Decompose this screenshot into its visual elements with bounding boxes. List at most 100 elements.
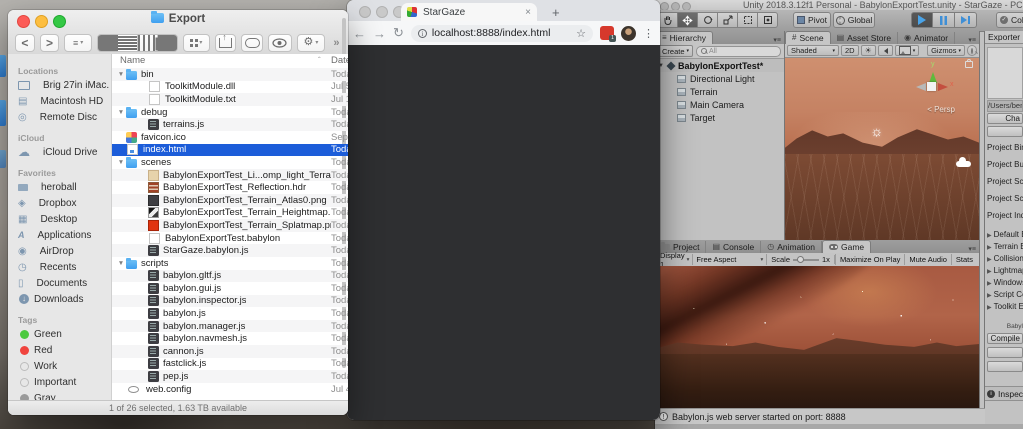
url-text[interactable]: localhost:8888/index.html — [432, 27, 551, 39]
display-dropdown[interactable]: Display 1 ▾ — [657, 251, 694, 269]
table-row[interactable]: ▼ babylon.navmesh.js Today — [112, 332, 348, 345]
compile-button[interactable]: Compile — [987, 333, 1023, 344]
rect-tool-button[interactable] — [738, 12, 758, 28]
unity-status-bar[interactable]: ! Babylon.js web server started on port:… — [655, 408, 985, 424]
collab-button[interactable]: ✓ Collab — [996, 12, 1023, 28]
tab-animation[interactable]: ◷ Animation — [761, 241, 823, 253]
table-row[interactable]: ▼ BabylonExportTest.babylon Today — [112, 232, 348, 245]
table-row[interactable]: ▼ fastclick.js Today — [112, 358, 348, 371]
sidebar-item[interactable]: Macintosh HD — [8, 93, 111, 109]
forward-button[interactable]: → — [373, 26, 386, 41]
sidebar-item[interactable]: Tags — [8, 313, 111, 326]
table-row[interactable]: ▼ BabylonExportTest_Reflection.hdr Today — [112, 181, 348, 194]
table-row[interactable]: ▼ terrains.js Today — [112, 118, 348, 131]
sidebar-item[interactable]: Green — [8, 326, 111, 342]
table-row[interactable]: ▼ babylon.gui.js Today — [112, 282, 348, 295]
exporter-foldout[interactable]: Script Co — [987, 290, 1023, 302]
tab-game[interactable]: Game — [822, 240, 872, 253]
table-row[interactable]: ▼ bin Today — [112, 68, 348, 81]
sort-ascending-icon[interactable]: ˆ — [318, 56, 321, 65]
browser-minimize-button[interactable] — [376, 6, 388, 18]
back-button[interactable]: < — [15, 33, 35, 52]
axis-center-cube[interactable] — [927, 82, 936, 91]
address-bar[interactable]: i localhost:8888/index.html ☆ — [410, 24, 593, 42]
group-dropdown[interactable]: ▾ — [182, 33, 211, 52]
sidebar-item[interactable]: iCloud Drive — [8, 144, 111, 160]
bookmark-star-icon[interactable]: ☆ — [576, 27, 586, 40]
scale-track[interactable] — [793, 255, 820, 263]
sidebar-item[interactable]: Desktop — [8, 211, 111, 227]
exporter-foldout[interactable]: Terrain B — [987, 242, 1023, 254]
table-row[interactable]: ▼ BabylonExportTest_Terrain_Splatmap.png… — [112, 219, 348, 232]
sidebar-item[interactable]: Dropbox — [8, 195, 111, 211]
sidebar-item[interactable]: Documents — [8, 275, 111, 291]
table-row[interactable]: ▼ BabylonExportTest_Li...omp_light_Terra… — [112, 168, 348, 182]
scene-audio-toggle[interactable] — [877, 45, 893, 56]
table-row[interactable]: ▼ StarGaze.babylon.js Today — [112, 244, 348, 257]
page-info-icon[interactable]: i — [417, 28, 427, 38]
axis-y-cone[interactable] — [929, 68, 937, 83]
maximize-on-play-button[interactable]: Maximize On Play — [834, 254, 904, 265]
column-date-modified[interactable]: Date M — [331, 55, 348, 66]
table-row[interactable]: ▼ cannon.js Today — [112, 345, 348, 358]
exporter-foldout[interactable]: Lightmap — [987, 266, 1023, 278]
sidebar-item[interactable]: Brig 27in iMac. El... — [8, 77, 111, 93]
tab-exporter[interactable]: Exporter — [985, 31, 1023, 44]
hierarchy-item[interactable]: Target — [655, 111, 784, 124]
sidebar-item[interactable]: Important — [8, 374, 111, 390]
exporter-foldout[interactable]: Default E — [987, 230, 1023, 242]
step-button[interactable] — [955, 12, 977, 28]
directional-light-gizmo[interactable]: ☼ — [870, 123, 883, 139]
table-row[interactable]: ▼ scripts Today — [112, 257, 348, 270]
game-viewport[interactable] — [655, 266, 979, 408]
exporter-foldout[interactable]: Windows — [987, 278, 1023, 290]
browser-tab[interactable]: StarGaze × — [401, 3, 537, 21]
scale-slider[interactable]: Scale 1x — [767, 255, 835, 264]
column-name[interactable]: Name — [120, 55, 145, 66]
table-row[interactable]: ▼ scenes Today — [112, 156, 348, 169]
exporter-foldout[interactable]: Collision — [987, 254, 1023, 266]
gizmos-dropdown[interactable]: Gizmos ▾ — [927, 45, 965, 56]
create-button[interactable]: Create ▾ — [658, 45, 694, 57]
exporter-button[interactable] — [987, 361, 1023, 372]
panel-menu-icon[interactable]: ▾≡ — [968, 245, 979, 253]
exporter-foldout[interactable]: Toolkit E — [987, 302, 1023, 314]
camera-gizmo[interactable] — [956, 157, 971, 167]
tab-scene[interactable]: # Scene — [785, 31, 831, 44]
list-view-button[interactable] — [117, 34, 138, 51]
sidebar-item[interactable]: Remote Disc — [8, 109, 111, 125]
sidebar-item[interactable]: Downloads — [8, 291, 111, 307]
new-tab-button[interactable]: + — [552, 5, 560, 20]
scene-viewport[interactable]: ☼ y x < Persp — [785, 57, 979, 240]
disclosure-triangle[interactable]: ▼ — [116, 109, 126, 116]
sidebar-item[interactable]: iCloud — [8, 131, 111, 144]
exporter-button[interactable] — [987, 347, 1023, 358]
hierarchy-item[interactable]: Main Camera — [655, 98, 784, 111]
move-tool-button[interactable] — [678, 12, 698, 28]
icon-view-button[interactable] — [97, 34, 118, 51]
table-row[interactable]: ▼ babylon.gltf.js Today — [112, 269, 348, 283]
table-row[interactable]: ▼ index.html Today — [112, 143, 348, 157]
2d-toggle-button[interactable]: 2D — [841, 45, 859, 56]
hierarchy-search-input[interactable]: All — [696, 45, 781, 57]
table-row[interactable]: ▼ BabylonExportTest_Terrain_Atlas0.png T… — [112, 193, 348, 207]
hierarchy-item[interactable]: Directional Light — [655, 72, 784, 85]
column-view-button[interactable] — [137, 34, 158, 51]
table-row[interactable]: ▼ babylon.inspector.js Today — [112, 294, 348, 308]
rotate-tool-button[interactable] — [698, 12, 718, 28]
scene-effects-dropdown[interactable]: ▾ — [894, 45, 920, 56]
sidebar-item[interactable]: Work — [8, 358, 111, 374]
table-row[interactable]: ▼ babylon.js Today — [112, 307, 348, 320]
scene-light-toggle[interactable]: ☀ — [860, 45, 876, 56]
stats-button[interactable]: Stats — [950, 254, 977, 265]
table-row[interactable]: ▼ ToolkitModule.dll Jul 5, 2 — [112, 81, 348, 94]
sidebar-item[interactable]: Locations — [8, 64, 111, 77]
sidebar-item[interactable]: AirDrop — [8, 243, 111, 259]
tab-console[interactable]: ▤ Console — [706, 241, 762, 253]
share-button[interactable] — [215, 32, 237, 52]
mute-audio-button[interactable]: Mute Audio — [904, 254, 951, 265]
pause-button[interactable] — [933, 12, 955, 28]
export-path-field[interactable]: /Users/ben — [987, 100, 1023, 112]
sidebar-item[interactable]: Favorites — [8, 166, 111, 179]
disclosure-triangle[interactable]: ▼ — [116, 260, 126, 267]
